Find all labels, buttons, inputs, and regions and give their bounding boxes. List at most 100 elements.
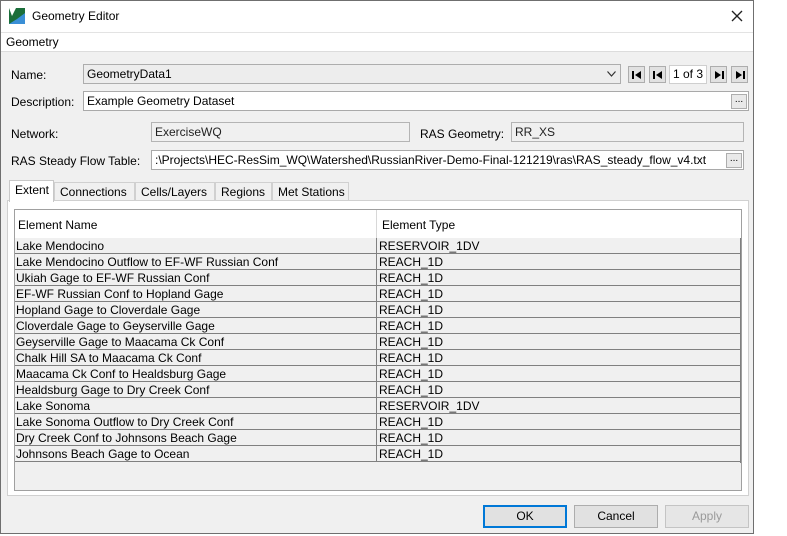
skip-last-icon xyxy=(736,71,745,79)
element-name-cell: Lake Sonoma xyxy=(16,399,91,413)
tab-extent[interactable]: Extent xyxy=(9,180,54,202)
table-row[interactable]: Maacama Ck Conf to Healdsburg Gage REACH_… xyxy=(15,366,741,382)
column-divider xyxy=(376,286,377,302)
column-divider xyxy=(376,350,377,366)
ok-button[interactable]: OK xyxy=(483,505,567,528)
element-type-cell: REACH_1D xyxy=(379,383,444,397)
column-divider xyxy=(376,446,377,462)
element-type-cell: REACH_1D xyxy=(379,335,444,349)
element-type-cell: REACH_1D xyxy=(379,415,444,429)
last-record-button[interactable] xyxy=(731,66,748,83)
element-name-cell: Geyserville Gage to Maacama Ck Conf xyxy=(16,335,225,349)
name-label: Name: xyxy=(11,68,47,82)
tab-met-stations[interactable]: Met Stations xyxy=(272,182,349,201)
column-divider xyxy=(376,302,377,318)
element-name-cell: EF-WF Russian Conf to Hopland Gage xyxy=(16,287,224,301)
element-name-cell: Dry Creek Conf to Johnsons Beach Gage xyxy=(16,431,237,445)
element-type-cell: REACH_1D xyxy=(379,255,444,269)
menu-bar: Geometry xyxy=(1,33,753,52)
table-row[interactable]: Dry Creek Conf to Johnsons Beach Gage REA… xyxy=(15,430,741,446)
element-type-cell: REACH_1D xyxy=(379,271,444,285)
table-row[interactable]: Lake Sonoma Outflow to Dry Creek Conf REA… xyxy=(15,414,741,430)
element-type-cell: RESERVOIR_1DV xyxy=(379,399,480,413)
table-row[interactable]: Johnsons Beach Gage to Ocean REACH_1D xyxy=(15,446,741,462)
table-row[interactable]: Lake Mendocino RESERVOIR_1DV xyxy=(15,238,741,254)
element-type-cell: REACH_1D xyxy=(379,367,444,381)
apply-button[interactable]: Apply xyxy=(665,505,749,528)
elements-table[interactable]: Element Name Element Type Lake Mendocino… xyxy=(14,209,742,491)
column-divider xyxy=(376,238,377,254)
column-divider xyxy=(376,414,377,430)
description-label: Description: xyxy=(11,95,75,109)
previous-record-button[interactable] xyxy=(649,66,666,83)
column-divider xyxy=(376,334,377,350)
tab-label: Regions xyxy=(221,185,266,199)
ras-steady-flow-browse-button[interactable]: ... xyxy=(726,153,742,168)
hec-ressim-app-icon xyxy=(9,8,25,24)
tab-label: Cells/Layers xyxy=(141,185,208,199)
element-type-cell: REACH_1D xyxy=(379,351,444,365)
ras-steady-flow-label: RAS Steady Flow Table: xyxy=(11,154,141,168)
next-icon xyxy=(715,71,724,79)
ras-geometry-field: RR_XS xyxy=(511,122,744,142)
description-value: Example Geometry Dataset xyxy=(87,94,235,108)
column-divider xyxy=(376,210,377,238)
element-name-cell: Hopland Gage to Cloverdale Gage xyxy=(16,303,201,317)
column-divider xyxy=(376,270,377,286)
column-divider xyxy=(376,254,377,270)
description-browse-button[interactable]: ... xyxy=(731,94,747,109)
window-title: Geometry Editor xyxy=(32,9,120,23)
element-name-cell: Lake Sonoma Outflow to Dry Creek Conf xyxy=(16,415,234,429)
name-combobox[interactable]: GeometryData1 xyxy=(83,64,621,84)
element-type-cell: REACH_1D xyxy=(379,303,444,317)
column-divider xyxy=(376,398,377,414)
table-row[interactable]: Healdsburg Gage to Dry Creek Conf REACH_1… xyxy=(15,382,741,398)
tab-cells-layers[interactable]: Cells/Layers xyxy=(135,182,215,201)
tab-label: Connections xyxy=(60,185,127,199)
ras-steady-flow-input[interactable]: :\Projects\HEC-ResSim_WQ\Watershed\Russi… xyxy=(151,150,744,170)
tab-connections[interactable]: Connections xyxy=(54,182,135,201)
table-row[interactable]: Lake Mendocino Outflow to EF-WF Russian … xyxy=(15,254,741,270)
cancel-button[interactable]: Cancel xyxy=(574,505,658,528)
next-record-button[interactable] xyxy=(710,66,727,83)
skip-first-icon xyxy=(632,71,641,79)
table-row[interactable]: Chalk Hill SA to Maacama Ck Conf REACH_1D xyxy=(15,350,741,366)
ras-geometry-value: RR_XS xyxy=(515,125,556,139)
element-name-cell: Ukiah Gage to EF-WF Russian Conf xyxy=(16,271,210,285)
menu-geometry[interactable]: Geometry xyxy=(6,35,59,49)
column-divider xyxy=(376,366,377,382)
ras-geometry-label: RAS Geometry: xyxy=(420,127,505,141)
element-name-cell: Lake Mendocino xyxy=(16,239,105,253)
tab-label: Met Stations xyxy=(278,185,345,199)
element-name-cell: Johnsons Beach Gage to Ocean xyxy=(16,447,190,461)
element-name-cell: Healdsburg Gage to Dry Creek Conf xyxy=(16,383,210,397)
network-label: Network: xyxy=(11,127,59,141)
column-divider xyxy=(376,318,377,334)
previous-icon xyxy=(653,71,662,79)
description-input[interactable]: Example Geometry Dataset xyxy=(83,91,749,111)
title-bar: Geometry Editor xyxy=(1,1,753,33)
column-header-element-type[interactable]: Element Type xyxy=(382,218,455,232)
table-row[interactable]: Lake Sonoma RESERVOIR_1DV xyxy=(15,398,741,414)
extent-tab-panel: Element Name Element Type Lake Mendocino… xyxy=(7,200,749,496)
table-row[interactable]: EF-WF Russian Conf to Hopland Gage REACH_… xyxy=(15,286,741,302)
element-name-cell: Cloverdale Gage to Geyserville Gage xyxy=(16,319,215,333)
record-page-indicator: 1 of 3 xyxy=(669,65,707,84)
table-row[interactable]: Ukiah Gage to EF-WF Russian Conf REACH_1D xyxy=(15,270,741,286)
tab-regions[interactable]: Regions xyxy=(215,182,272,201)
column-header-element-name[interactable]: Element Name xyxy=(18,218,97,232)
column-divider xyxy=(376,430,377,446)
element-type-cell: REACH_1D xyxy=(379,447,444,461)
table-row[interactable]: Geyserville Gage to Maacama Ck Conf REACH… xyxy=(15,334,741,350)
first-record-button[interactable] xyxy=(628,66,645,83)
element-name-cell: Lake Mendocino Outflow to EF-WF Russian … xyxy=(16,255,279,269)
close-icon[interactable] xyxy=(723,3,751,29)
chevron-down-icon xyxy=(607,71,616,77)
element-type-cell: REACH_1D xyxy=(379,319,444,333)
table-row[interactable]: Cloverdale Gage to Geyserville Gage REACH… xyxy=(15,318,741,334)
table-header: Element Name Element Type xyxy=(15,210,741,239)
table-row[interactable]: Hopland Gage to Cloverdale Gage REACH_1D xyxy=(15,302,741,318)
table-right-border xyxy=(740,238,741,463)
ras-steady-flow-value: :\Projects\HEC-ResSim_WQ\Watershed\Russi… xyxy=(155,153,707,167)
network-value: ExerciseWQ xyxy=(155,125,222,139)
